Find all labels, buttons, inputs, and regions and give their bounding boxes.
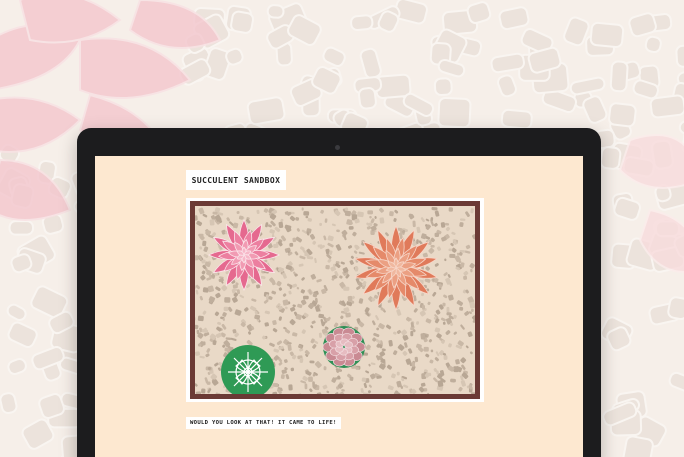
sandbox-sand[interactable]: [195, 206, 475, 394]
laptop-screen: SUCCULENT SANDBOX WOULD YOU LOOK AT THAT…: [95, 156, 583, 457]
sandbox-canvas[interactable]: [186, 198, 484, 402]
laptop-frame: SUCCULENT SANDBOX WOULD YOU LOOK AT THAT…: [77, 128, 601, 457]
page-title: SUCCULENT SANDBOX: [186, 170, 286, 190]
rosette-succulent-icon[interactable]: [321, 324, 367, 370]
green-round-succulent-icon[interactable]: [220, 344, 276, 394]
webcam-icon: [335, 145, 340, 150]
sandbox-border: [190, 201, 480, 399]
pink-star-succulent-icon[interactable]: [205, 216, 283, 294]
orange-star-succulent-icon[interactable]: [351, 223, 441, 313]
status-caption: WOULD YOU LOOK AT THAT! IT CAME TO LIFE!: [186, 417, 341, 429]
